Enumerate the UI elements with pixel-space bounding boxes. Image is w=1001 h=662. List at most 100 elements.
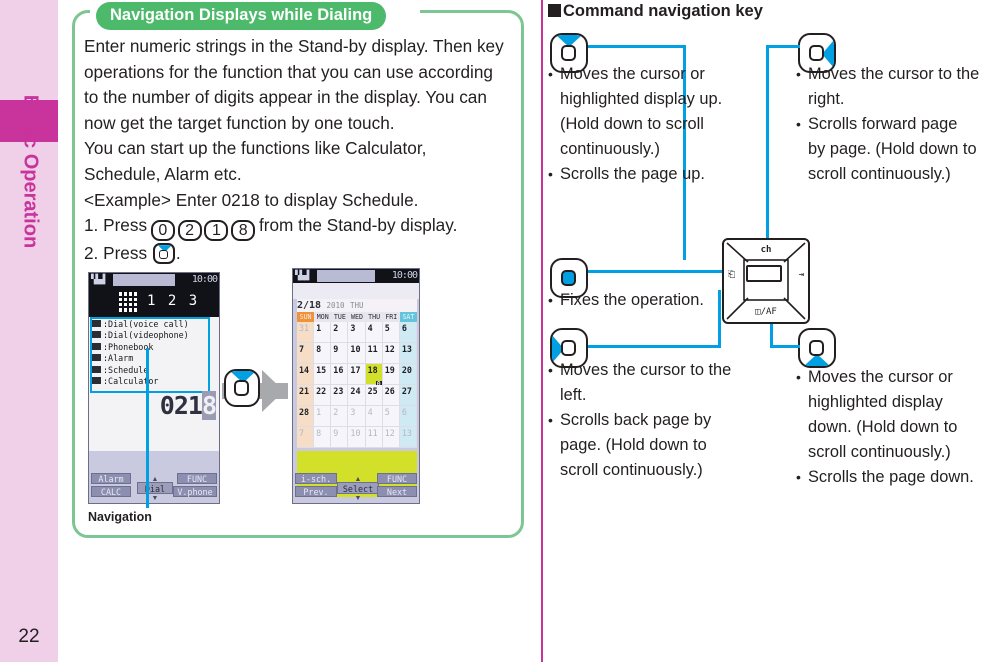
nav-key-core — [158, 249, 168, 259]
calendar-day-cell[interactable]: 4 — [365, 322, 383, 343]
calendar-day-cell[interactable]: 11 — [365, 427, 383, 448]
calendar-day-cell[interactable]: 20 — [399, 364, 417, 385]
calendar-day-cell[interactable]: 4 — [365, 406, 383, 427]
calendar-day-number: 11 — [367, 428, 378, 438]
connector-right-h — [766, 45, 800, 48]
calendar-day-number: 3 — [350, 323, 356, 333]
calendar-day-cell[interactable]: 8 — [314, 427, 332, 448]
calendar-dow-fri: FRI — [382, 312, 400, 322]
calendar-day-cell[interactable]: 5 — [382, 406, 400, 427]
softkey-func[interactable]: FUNC — [177, 473, 217, 484]
calendar-day-cell[interactable]: 13 — [399, 343, 417, 364]
calendar-day-cell[interactable]: 14 — [297, 364, 315, 385]
calendar-day-number: 22 — [316, 386, 327, 396]
keypad-right-icon: ⇥ — [798, 270, 804, 280]
softkey-select[interactable]: Select — [337, 482, 379, 494]
calendar-day-cell[interactable]: 12 — [382, 427, 400, 448]
calendar-day-cell[interactable]: 10 — [348, 427, 366, 448]
calendar-day-cell[interactable]: 5 — [382, 322, 400, 343]
chapter-sidebar: Basic Operation 22 — [0, 0, 58, 662]
softkey-vphone[interactable]: V.phone — [173, 486, 217, 497]
bullet: Scrolls the page up. — [548, 162, 738, 187]
keypad-center-button[interactable] — [746, 265, 782, 282]
softkey-down-arrow-icon: ▼ — [354, 495, 362, 502]
nav-key-core — [561, 45, 576, 61]
calendar-day-number: 27 — [401, 386, 412, 396]
calendar-day-cell[interactable]: 2 — [331, 406, 349, 427]
calendar-day-cell[interactable]: 1 — [314, 322, 332, 343]
calendar-day-cell[interactable]: 6 — [399, 322, 417, 343]
calendar-day-cell[interactable]: 27 — [399, 385, 417, 406]
calendar-grid[interactable]: 31 1 2 3 4 5 6 7 8 9 10 11 12 13 14 15 16 17 18 0 19 20 21 22 23… — [297, 322, 417, 448]
calendar-day-cell[interactable]: 13 — [399, 427, 417, 448]
calendar-day-cell[interactable]: 24 — [348, 385, 366, 406]
keycap-8-icon: 8 — [231, 220, 256, 242]
bullet: Moves the cursor to the right. — [796, 62, 1001, 112]
softkey-alarm[interactable]: Alarm — [91, 473, 131, 484]
heading-square-bullet-icon — [548, 4, 561, 17]
calendar-day-cell[interactable]: 18 0 — [365, 364, 383, 388]
calendar-day-number: 24 — [350, 386, 361, 396]
calendar-day-number: 3 — [350, 407, 356, 417]
keypad-af-label: ◫/AF — [755, 307, 777, 317]
calendar-day-cell[interactable]: 21 — [297, 385, 315, 406]
calendar-day-cell[interactable]: 17 — [348, 364, 366, 385]
calendar-day-cell[interactable]: 31 — [297, 322, 315, 343]
bullet: Scrolls the page down. — [796, 465, 1001, 490]
body-line-5: You can start up the functions like Calc… — [84, 138, 427, 159]
calendar-day-cell[interactable]: 22 — [314, 385, 332, 406]
nav-key-down-description: Moves the cursor or highlighted display … — [796, 365, 1001, 490]
softkey-up-arrow-icon: ▲ — [151, 476, 159, 483]
calendar-day-cell[interactable]: 6 — [399, 406, 417, 427]
calendar-day-cell[interactable]: 12 — [382, 343, 400, 364]
softkey-isch[interactable]: i-sch. — [295, 473, 337, 484]
calendar-day-number: 16 — [333, 365, 344, 375]
softkey-dial[interactable]: Dial — [137, 482, 173, 494]
softkey-next[interactable]: Next — [377, 486, 417, 497]
calendar-day-cell[interactable]: 28 — [297, 406, 315, 427]
section-heading: Command navigation key — [548, 2, 763, 21]
calendar-day-cell[interactable]: 7 — [297, 343, 315, 364]
softkey-prev[interactable]: Prev. — [295, 486, 337, 497]
keypad-left-icon: ⎗ — [728, 270, 736, 280]
calendar-day-cell[interactable]: 26 — [382, 385, 400, 406]
calendar-year: 2010 — [326, 301, 345, 310]
highlight-box — [90, 317, 210, 393]
calendar-day-cell[interactable]: 8 — [314, 343, 332, 364]
softkey-up-arrow-icon: ▲ — [354, 476, 362, 483]
calendar-day-number: 12 — [384, 344, 395, 354]
calendar-day-cell[interactable]: 9 — [331, 343, 349, 364]
calendar-day-cell[interactable]: 2 — [331, 322, 349, 343]
connector-left-v — [718, 290, 721, 348]
nav-key-right-description: Moves the cursor to the right. Scrolls f… — [796, 62, 1001, 187]
nav-key-down-icon[interactable] — [798, 328, 836, 368]
calendar-day-cell[interactable]: 10 — [348, 343, 366, 364]
section-heading-text: Command navigation key — [563, 2, 763, 20]
calendar-day-cell[interactable]: 15 — [314, 364, 332, 385]
calendar-day-cell[interactable]: 9 — [331, 427, 349, 448]
softkey-down-arrow-icon: ▼ — [151, 495, 159, 502]
calendar-day-cell[interactable]: 7 — [297, 427, 315, 448]
calendar-day-number: 28 — [299, 407, 310, 417]
calendar-day-cell[interactable]: 1 — [314, 406, 332, 427]
body-line-6: Schedule, Alarm etc. — [84, 163, 242, 184]
body-line-2: operations for the function that you can… — [84, 61, 493, 82]
softkey-calc[interactable]: CALC — [91, 486, 131, 497]
calendar-day-cell[interactable]: 16 — [331, 364, 349, 385]
calendar-day-number: 31 — [299, 323, 310, 333]
keypad-grid-icon — [119, 292, 139, 312]
dialed-number: 0218 — [159, 391, 217, 420]
calendar-day-number: 26 — [384, 386, 395, 396]
softkey-func[interactable]: FUNC — [377, 473, 417, 484]
calendar-day-cell[interactable]: 11 — [365, 343, 383, 364]
step-1-suffix: from the Stand-by display. — [258, 215, 458, 236]
calendar-day-cell[interactable]: 23 — [331, 385, 349, 406]
calendar-day-cell[interactable]: 3 — [348, 406, 366, 427]
calendar-day-headers: SUN MON TUE WED THU FRI SAT — [297, 312, 417, 322]
phone-screenshot-dialing: ▚▙▟ 10:00 1 2 3 ... :Dial(voice call) :D… — [88, 272, 220, 504]
calendar-day-cell[interactable]: 19 — [382, 364, 400, 385]
calendar-day-cell[interactable]: 25 — [365, 385, 383, 406]
calendar-day-number: 19 — [384, 365, 395, 375]
status-bar-fill — [113, 274, 175, 286]
calendar-day-cell[interactable]: 3 — [348, 322, 366, 343]
